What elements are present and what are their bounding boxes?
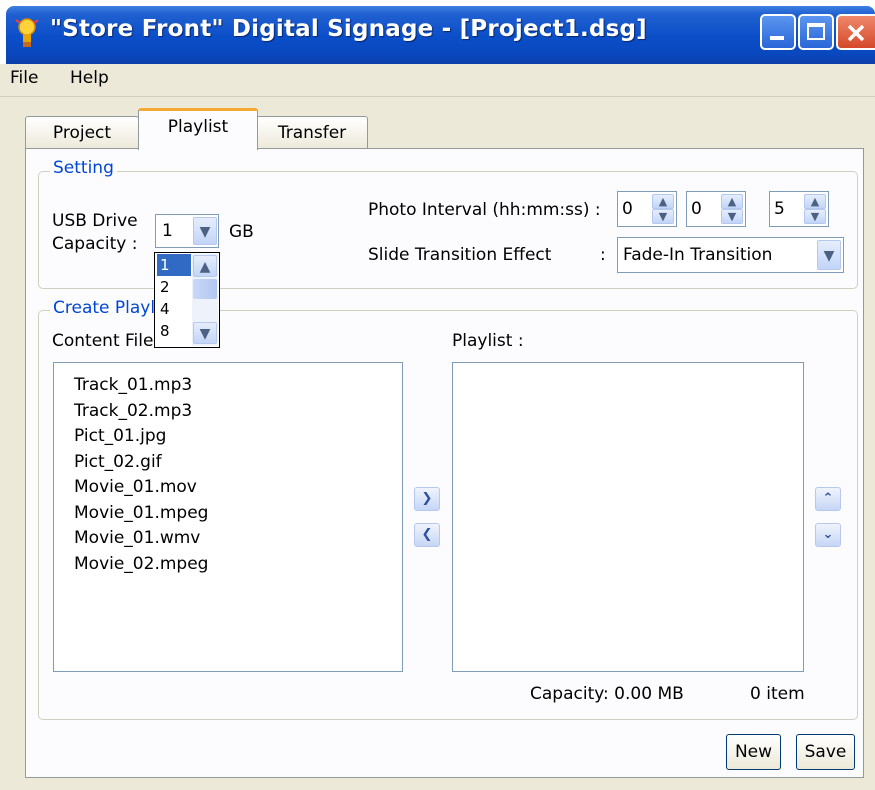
dropdown-option-1[interactable]: 1 xyxy=(157,254,191,276)
content-file-items: Track_01.mp3 Track_02.mp3 Pict_01.jpg Pi… xyxy=(74,373,208,577)
remove-from-playlist-button[interactable]: ❮ xyxy=(414,523,440,547)
dropdown-option-4[interactable]: 4 xyxy=(157,298,191,320)
usb-capacity-value: 1 xyxy=(162,221,173,241)
chevron-down-icon: ▼ xyxy=(658,210,668,223)
maximize-icon xyxy=(807,23,825,40)
setting-legend: Setting xyxy=(50,158,117,178)
list-item[interactable]: Movie_01.wmv xyxy=(74,526,208,552)
chevron-up-icon: ▲ xyxy=(810,195,820,208)
slide-transition-label: Slide Transition Effect xyxy=(368,245,552,265)
minimize-icon xyxy=(770,36,784,40)
chevron-down-icon: ▼ xyxy=(727,210,737,223)
usb-capacity-select[interactable]: 1 ▼ xyxy=(155,214,219,248)
app-lightbulb-icon xyxy=(15,18,39,47)
list-item[interactable]: Movie_01.mpeg xyxy=(74,501,208,527)
slide-transition-colon: : xyxy=(600,245,606,265)
move-down-button[interactable]: ⌄ xyxy=(815,523,841,547)
content-files-list[interactable]: Track_01.mp3 Track_02.mp3 Pict_01.jpg Pi… xyxy=(53,362,403,672)
transition-effect-select[interactable]: Fade-In Transition ▼ xyxy=(617,237,844,273)
tab-playlist[interactable]: Playlist xyxy=(138,108,258,150)
chevron-down-icon: ▼ xyxy=(199,326,211,342)
menu-file[interactable]: File xyxy=(10,68,38,88)
menu-help[interactable]: Help xyxy=(70,68,109,88)
minutes-down-button[interactable]: ▼ xyxy=(721,209,743,224)
new-button[interactable]: New xyxy=(726,734,781,770)
menu-bar: File Help xyxy=(0,64,875,97)
interval-hours-value: 0 xyxy=(622,199,633,219)
playlist-list[interactable] xyxy=(452,362,804,672)
chevron-up-icon: ▲ xyxy=(658,195,668,208)
list-item[interactable]: Movie_02.mpeg xyxy=(74,552,208,578)
list-item[interactable]: Pict_02.gif xyxy=(74,450,208,476)
chevron-up-icon: ▲ xyxy=(199,259,211,275)
chevron-down-icon: ▼ xyxy=(823,248,835,264)
photo-interval-label: Photo Interval (hh:mm:ss) : xyxy=(368,200,601,220)
dropdown-option-8[interactable]: 8 xyxy=(157,320,191,342)
close-icon xyxy=(847,24,865,42)
dropdown-scrollbar[interactable]: ▲ ▼ xyxy=(192,254,218,346)
list-item[interactable]: Track_01.mp3 xyxy=(74,373,208,399)
interval-minutes-value: 0 xyxy=(691,199,702,219)
transition-effect-value: Fade-In Transition xyxy=(623,245,773,265)
interval-seconds-spinner[interactable]: 5 ▲ ▼ xyxy=(769,191,829,227)
usb-unit-label: GB xyxy=(229,222,254,242)
chevron-right-icon: ❯ xyxy=(421,491,433,506)
hours-down-button[interactable]: ▼ xyxy=(652,209,674,224)
usb-capacity-dropdown-list: 1 2 4 8 ▲ ▼ xyxy=(154,252,220,348)
chevron-down-icon: ▼ xyxy=(810,210,820,223)
scroll-up-button[interactable]: ▲ xyxy=(193,255,217,277)
interval-minutes-spinner[interactable]: 0 ▲ ▼ xyxy=(686,191,746,227)
interval-hours-spinner[interactable]: 0 ▲ ▼ xyxy=(617,191,677,227)
chevron-down-icon: ▼ xyxy=(199,224,211,240)
close-button[interactable] xyxy=(836,14,875,50)
usb-capacity-dropdown-button[interactable]: ▼ xyxy=(193,217,217,245)
tab-transfer[interactable]: Transfer xyxy=(256,116,368,150)
interval-seconds-value: 5 xyxy=(774,199,785,219)
capacity-label: Capacity : xyxy=(52,234,138,254)
scroll-thumb[interactable] xyxy=(193,279,217,299)
window-title: "Store Front" Digital Signage - [Project… xyxy=(50,16,647,42)
list-item[interactable]: Pict_01.jpg xyxy=(74,424,208,450)
chevron-down-icon: ⌄ xyxy=(822,527,834,542)
hours-up-button[interactable]: ▲ xyxy=(652,194,674,209)
seconds-up-button[interactable]: ▲ xyxy=(804,194,826,209)
usb-drive-label: USB Drive xyxy=(52,211,138,231)
list-item[interactable]: Movie_01.mov xyxy=(74,475,208,501)
playlist-label: Playlist : xyxy=(452,331,524,351)
tab-project[interactable]: Project xyxy=(25,116,139,150)
save-button[interactable]: Save xyxy=(796,734,855,770)
item-count-status: 0 item xyxy=(750,684,805,704)
chevron-up-icon: ⌃ xyxy=(822,491,834,506)
minimize-button[interactable] xyxy=(760,14,796,50)
move-up-button[interactable]: ⌃ xyxy=(815,487,841,511)
minutes-up-button[interactable]: ▲ xyxy=(721,194,743,209)
maximize-button[interactable] xyxy=(798,14,834,50)
capacity-status: Capacity: 0.00 MB xyxy=(530,684,684,704)
add-to-playlist-button[interactable]: ❯ xyxy=(414,487,440,511)
list-item[interactable]: Track_02.mp3 xyxy=(74,399,208,425)
scroll-down-button[interactable]: ▼ xyxy=(193,322,217,344)
chevron-up-icon: ▲ xyxy=(727,195,737,208)
dropdown-option-2[interactable]: 2 xyxy=(157,276,191,298)
chevron-left-icon: ❮ xyxy=(421,527,433,542)
transition-dropdown-button[interactable]: ▼ xyxy=(817,240,841,270)
seconds-down-button[interactable]: ▼ xyxy=(804,209,826,224)
